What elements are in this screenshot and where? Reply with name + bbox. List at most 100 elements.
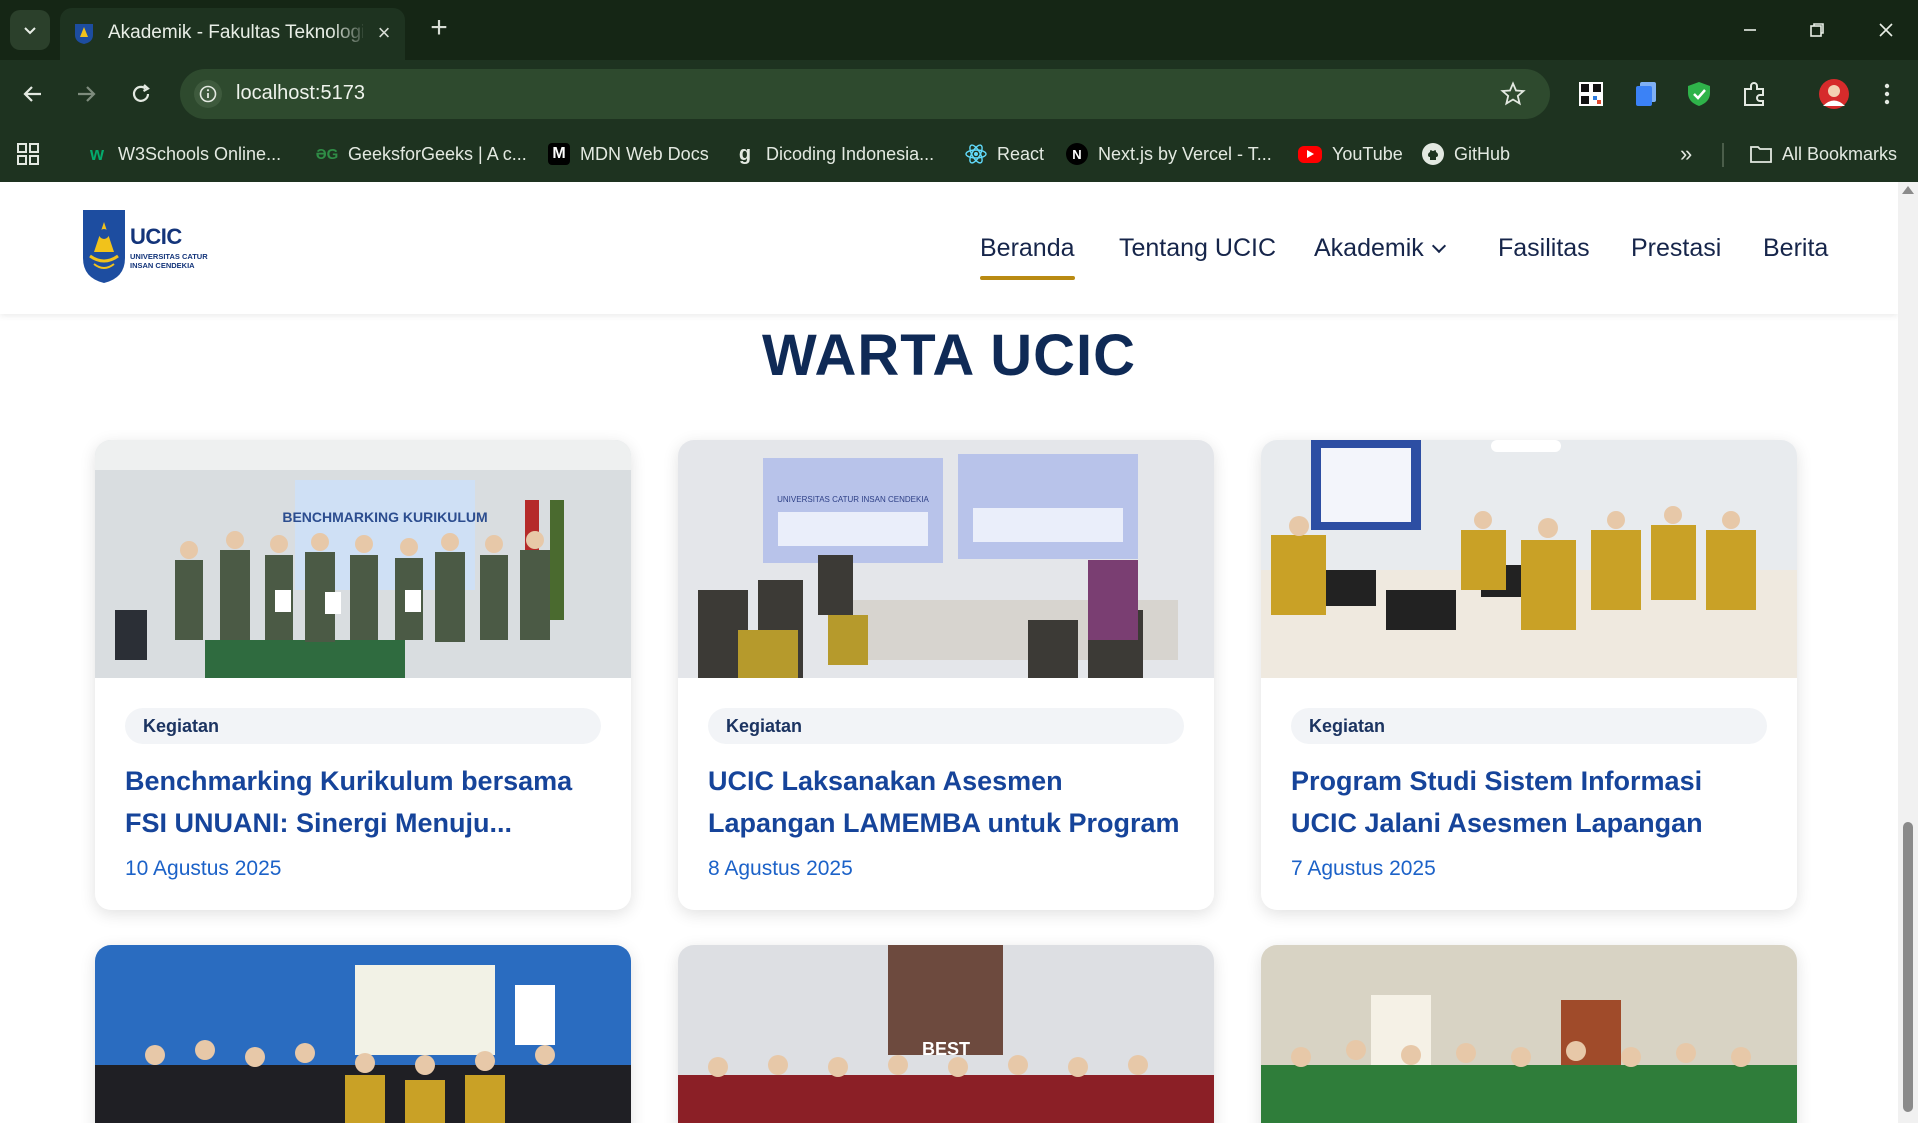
nav-label: Tentang UCIC [1119, 234, 1277, 262]
category-badge: Kegiatan [1291, 708, 1767, 744]
bookmark-label: W3Schools Online... [118, 143, 282, 164]
w3schools-icon: w [89, 143, 104, 164]
banner-text: BENCHMARKING KURIKULUM [282, 509, 487, 525]
bookmark-youtube[interactable]: YouTube [1298, 138, 1403, 170]
news-date: 8 Agustus 2025 [708, 857, 853, 880]
url-text[interactable]: localhost:5173 [236, 82, 365, 105]
logo-text: UCIC [130, 224, 182, 249]
bookmark-label: YouTube [1332, 143, 1403, 164]
bookmark-w3schools[interactable]: w W3Schools Online... [86, 138, 281, 170]
back-button[interactable] [14, 75, 52, 113]
minimize-icon [1744, 29, 1756, 31]
arrow-left-icon [23, 86, 41, 102]
geeksforgeeks-icon: ƏG [315, 145, 339, 163]
news-card[interactable]: UNIVERSITAS CATUR INSAN CENDEKIA Kegiata… [678, 440, 1214, 910]
github-icon [1422, 143, 1444, 165]
chevron-down-icon [1431, 238, 1446, 254]
bookmark-dicoding[interactable]: g Dicoding Indonesia... [734, 138, 934, 170]
scrollbar-thumb[interactable] [1903, 822, 1913, 1112]
active-tab[interactable]: Akademik - Fakultas Teknologi & Informat… [60, 8, 405, 60]
new-tab-button[interactable]: + [424, 13, 454, 44]
logo-subtitle: UNIVERSITAS CATUR INSAN CENDEKIA [130, 252, 208, 270]
poster-text: BEST [922, 1039, 970, 1059]
extension-shield-icon[interactable] [1682, 77, 1716, 111]
news-photo [95, 945, 631, 1123]
tab-strip: Akademik - Fakultas Teknologi & Informat… [0, 0, 1918, 60]
bookmark-geeksforgeeks[interactable]: ƏG GeeksforGeeks | A c... [316, 138, 527, 170]
news-photo: BENCHMARKING KURIKULUM [95, 440, 631, 678]
bookmark-label: MDN Web Docs [580, 143, 709, 164]
extensions-puzzle-icon[interactable] [1737, 77, 1771, 111]
page-viewport: UCIC UNIVERSITAS CATUR INSAN CENDEKIA Be… [0, 182, 1898, 1123]
mdn-icon: M [548, 143, 570, 165]
nav-fasilitas[interactable]: Fasilitas [1498, 234, 1590, 268]
ucic-logo[interactable]: UCIC UNIVERSITAS CATUR INSAN CENDEKIA [82, 208, 216, 284]
tab-title: Akademik - Fakultas Teknologi & Informat… [108, 22, 363, 43]
scroll-up-arrow-icon[interactable] [1902, 186, 1914, 194]
bookmark-label: GeeksforGeeks | A c... [348, 143, 527, 164]
ucic-favicon-icon [75, 24, 93, 44]
info-icon [199, 85, 217, 103]
browser-toolbar: localhost:5173 [0, 60, 1918, 128]
bookmarks-bar: w W3Schools Online... ƏG GeeksforGeeks |… [0, 128, 1918, 182]
folder-icon [1750, 143, 1772, 165]
news-date: 7 Agustus 2025 [1291, 857, 1436, 880]
news-card[interactable] [95, 945, 631, 1123]
reload-icon [132, 84, 150, 102]
minimize-button[interactable] [1730, 10, 1770, 50]
extension-docs-icon[interactable] [1629, 77, 1663, 111]
address-bar[interactable]: localhost:5173 [180, 69, 1550, 119]
forward-button[interactable] [67, 75, 105, 113]
nav-label: Prestasi [1631, 234, 1722, 262]
browser-menu-icon[interactable] [1870, 77, 1904, 111]
close-icon [1879, 23, 1893, 37]
restore-button[interactable] [1797, 10, 1837, 50]
bookmark-react[interactable]: React [965, 138, 1044, 170]
news-card[interactable]: BENCHMARKING KURIKULUM Kegiatan Benchmar… [95, 440, 631, 910]
news-photo: UNIVERSITAS CATUR INSAN CENDEKIA [678, 440, 1214, 678]
all-bookmarks-button[interactable]: All Bookmarks [1750, 138, 1897, 170]
reload-button[interactable] [122, 75, 160, 113]
profile-avatar[interactable] [1817, 77, 1851, 111]
nav-berita[interactable]: Berita [1763, 234, 1828, 268]
news-card[interactable]: Kegiatan Program Studi Sistem Informasi … [1261, 440, 1797, 910]
news-card[interactable]: BEST [678, 945, 1214, 1123]
nav-label: Berita [1763, 234, 1829, 262]
news-title[interactable]: Benchmarking Kurikulum bersama FSI UNUAN… [125, 760, 605, 844]
section-title: WARTA UCIC [761, 323, 1137, 388]
bookmarks-divider [1722, 143, 1724, 167]
nav-beranda[interactable]: Beranda [980, 234, 1075, 280]
bookmark-nextjs[interactable]: N Next.js by Vercel - T... [1066, 138, 1272, 170]
news-photo: BEST [678, 945, 1214, 1123]
news-photo [1261, 440, 1797, 678]
bookmark-label: GitHub [1454, 143, 1511, 164]
bookmark-github[interactable]: GitHub [1422, 138, 1510, 170]
tab-close-icon[interactable]: × [372, 21, 396, 45]
site-header: UCIC UNIVERSITAS CATUR INSAN CENDEKIA Be… [0, 182, 1898, 314]
tab-search-button[interactable] [10, 10, 50, 50]
news-card[interactable] [1261, 945, 1797, 1123]
category-badge: Kegiatan [708, 708, 1184, 744]
nav-prestasi[interactable]: Prestasi [1631, 234, 1721, 268]
bookmark-label: Next.js by Vercel - T... [1098, 143, 1272, 164]
react-icon [965, 143, 987, 165]
close-window-button[interactable] [1866, 10, 1906, 50]
bookmark-mdn[interactable]: M MDN Web Docs [548, 138, 709, 170]
dicoding-icon: g [738, 142, 752, 165]
news-title[interactable]: Program Studi Sistem Informasi UCIC Jala… [1291, 760, 1771, 844]
news-photo [1261, 945, 1797, 1123]
screen-text: UNIVERSITAS CATUR INSAN CENDEKIA [777, 495, 929, 504]
nav-tentang-ucic[interactable]: Tentang UCIC [1119, 234, 1276, 268]
extension-qr-icon[interactable] [1574, 77, 1608, 111]
bookmarks-overflow-icon[interactable]: » [1680, 138, 1692, 170]
page-scrollbar[interactable] [1898, 182, 1918, 1123]
apps-grid-icon[interactable] [16, 138, 40, 170]
all-bookmarks-label: All Bookmarks [1782, 143, 1898, 164]
nav-akademik[interactable]: Akademik [1314, 234, 1446, 268]
ucic-emblem-icon [83, 210, 125, 283]
bookmark-label: React [997, 143, 1045, 164]
category-badge: Kegiatan [125, 708, 601, 744]
news-title[interactable]: UCIC Laksanakan Asesmen Lapangan LAMEMBA… [708, 760, 1188, 844]
bookmark-star-icon[interactable] [1500, 81, 1526, 107]
site-info-icon[interactable] [194, 80, 222, 108]
